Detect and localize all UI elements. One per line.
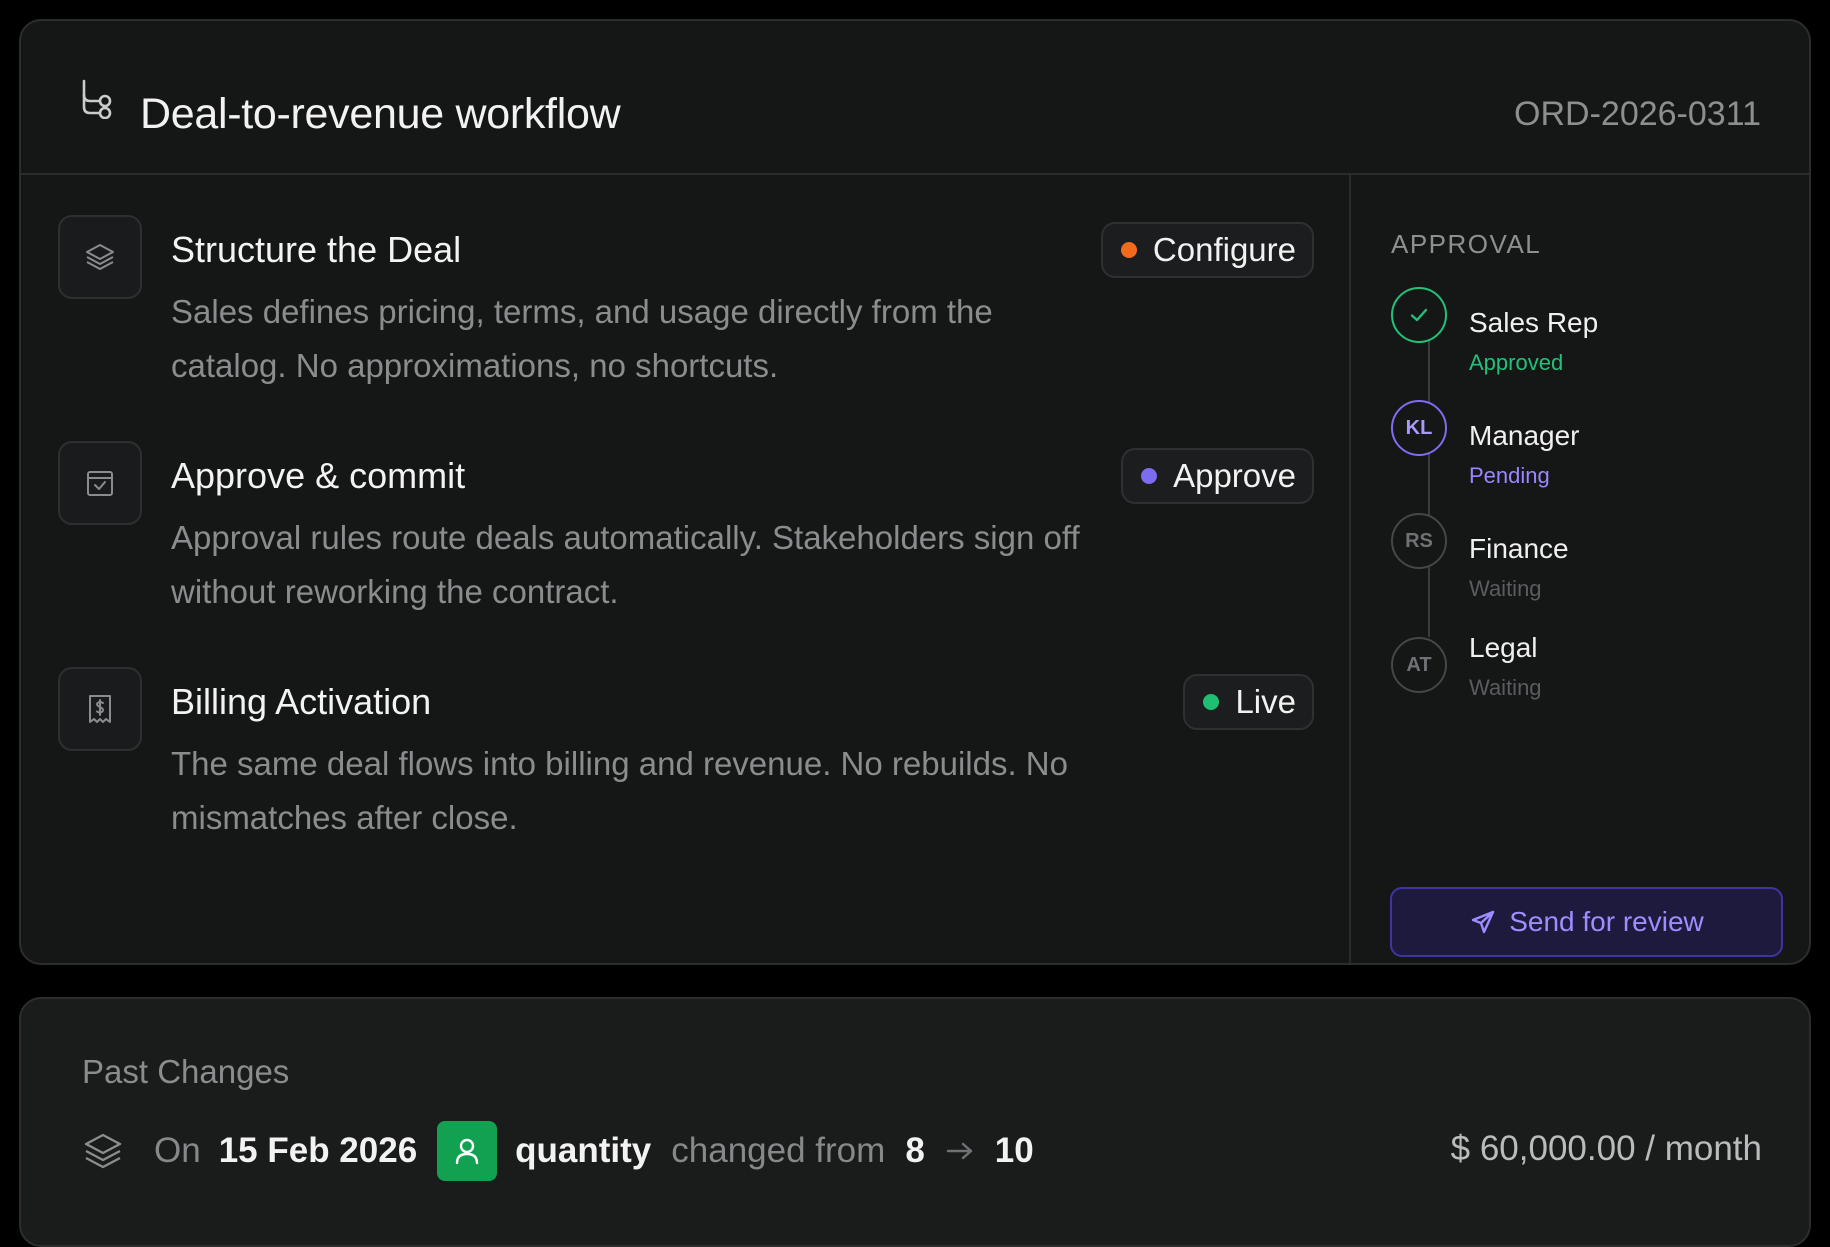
order-id: ORD-2026-0311 (1514, 95, 1761, 133)
approval-panel: APPROVAL Sales Rep Approved KL Manager P… (1353, 175, 1809, 963)
badge-label: Live (1235, 683, 1296, 720)
change-from-value: 8 (905, 1131, 925, 1170)
calendar-check-icon (87, 471, 113, 496)
approver-status: Waiting (1469, 576, 1542, 601)
approver-status: Pending (1469, 463, 1550, 488)
user-icon (437, 1121, 498, 1181)
avatar: AT (1391, 637, 1447, 693)
approval-label: APPROVAL (1391, 229, 1542, 259)
price-value: $ 60,000.00 / month (1450, 1129, 1762, 1168)
status-dot (1203, 694, 1220, 710)
approver-manager: KL Manager Pending (1391, 400, 1809, 500)
change-date: 15 Feb 2026 (218, 1131, 418, 1170)
change-row: On 15 Feb 2026 quantity changed from 8 1… (82, 1119, 1762, 1183)
receipt-dollar-icon (89, 695, 111, 723)
step-title: Structure the Deal (171, 229, 462, 270)
arrow-right-icon (946, 1142, 972, 1160)
layers-icon (84, 1133, 122, 1169)
page-title: Deal-to-revenue workflow (140, 90, 621, 138)
step-icon-box (58, 441, 142, 525)
approver-name: Finance (1469, 533, 1569, 564)
step-icon-box (58, 215, 142, 299)
status-dot (1141, 468, 1158, 484)
step-structure-deal: Structure the Deal Sales defines pricing… (21, 175, 1351, 405)
step-icon-box (58, 667, 142, 751)
step-description: Sales defines pricing, terms, and usage … (171, 293, 993, 384)
step-title: Billing Activation (171, 681, 432, 722)
change-field: quantity (515, 1131, 652, 1170)
badge-label: Configure (1152, 231, 1296, 268)
status-badge-live[interactable]: Live (1183, 674, 1314, 730)
change-to-value: 10 (994, 1131, 1034, 1170)
step-billing-activation: Billing Activation The same deal flows i… (21, 627, 1351, 857)
send-for-review-button[interactable]: Send for review (1390, 887, 1783, 957)
send-label: Send for review (1509, 906, 1704, 937)
avatar: RS (1391, 513, 1447, 569)
section-title: Past Changes (82, 1053, 290, 1090)
avatar: KL (1391, 400, 1447, 456)
approver-name: Legal (1469, 632, 1538, 663)
send-icon (1472, 910, 1495, 934)
status-dot (1120, 242, 1137, 258)
workflow-icon (82, 79, 112, 119)
badge-label: Approve (1173, 457, 1296, 494)
approver-legal: AT Legal Waiting (1391, 632, 1809, 737)
workflow-card: Deal-to-revenue workflow ORD-2026-0311 S… (19, 19, 1811, 965)
status-badge-approve[interactable]: Approve (1121, 448, 1314, 504)
layers-icon (86, 244, 114, 270)
check-icon (1391, 287, 1447, 343)
approver-name: Manager (1469, 420, 1580, 451)
change-prefix: On (154, 1131, 201, 1170)
approver-name: Sales Rep (1469, 307, 1599, 338)
change-verb: changed from (671, 1131, 886, 1170)
step-approve-commit: Approve & commit Approval rules route de… (21, 401, 1351, 631)
status-badge-configure[interactable]: Configure (1100, 222, 1314, 278)
approver-sales-rep: Sales Rep Approved (1391, 287, 1809, 387)
approver-finance: RS Finance Waiting (1391, 513, 1809, 613)
approver-status: Waiting (1469, 675, 1542, 700)
past-changes-card: Past Changes On 15 Feb 2026 quantity cha… (19, 997, 1811, 1247)
step-title: Approve & commit (171, 455, 466, 496)
approver-status: Approved (1469, 350, 1564, 375)
workflow-steps: Structure the Deal Sales defines pricing… (21, 175, 1351, 963)
step-description: Approval rules route deals automatically… (171, 519, 1080, 610)
card-header: Deal-to-revenue workflow ORD-2026-0311 (21, 21, 1809, 175)
step-description: The same deal flows into billing and rev… (171, 745, 1068, 836)
